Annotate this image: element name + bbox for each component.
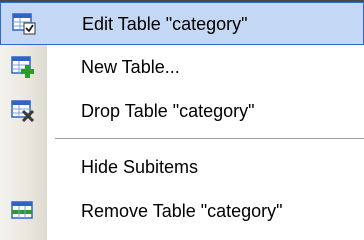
menu-item-edit-table[interactable]: Edit Table "category" — [0, 2, 364, 45]
new-table-icon — [11, 56, 35, 78]
remove-table-icon — [11, 200, 35, 222]
menu-item-drop-table[interactable]: Drop Table "category" — [0, 90, 364, 133]
menu-item-label: Remove Table "category" — [81, 201, 283, 221]
menu-separator — [55, 138, 364, 139]
edit-table-icon — [12, 13, 36, 35]
drop-table-icon — [11, 100, 35, 123]
menu-item-label: New Table... — [81, 57, 180, 77]
menu-item-hide-subitems[interactable]: Hide Subitems — [0, 146, 364, 189]
menu-item-label: Hide Subitems — [81, 157, 199, 177]
menu-item-new-table[interactable]: New Table... — [0, 46, 364, 89]
menu-item-label: Drop Table "category" — [81, 101, 255, 121]
context-menu: Edit Table "category" New Table... Drop … — [0, 0, 364, 240]
menu-item-remove-table[interactable]: Remove Table "category" — [0, 190, 364, 233]
menu-item-label: Edit Table "category" — [82, 14, 248, 34]
